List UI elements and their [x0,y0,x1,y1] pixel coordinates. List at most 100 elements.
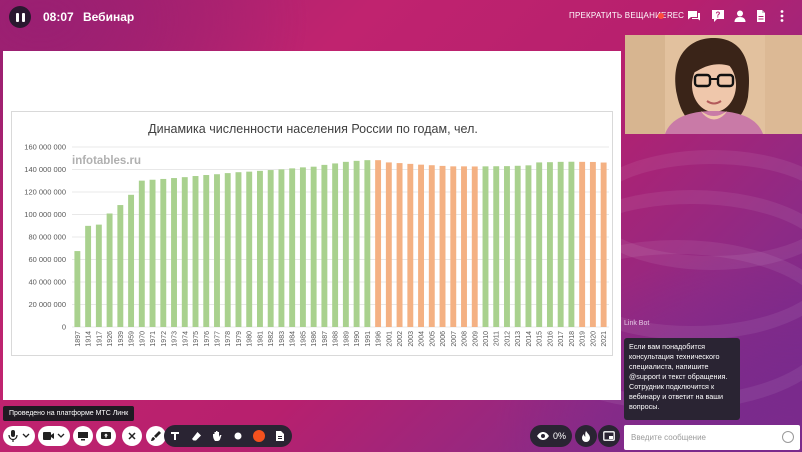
y-tick-label: 40 000 000 [28,278,66,287]
chat-input-placeholder: Введите сообщение [631,433,706,442]
eraser-tool[interactable] [189,429,203,443]
microphone-button[interactable] [3,426,35,446]
x-tick-label: 2016 [547,331,554,347]
x-tick-label: 1897 [75,331,82,347]
bar-2014 [525,165,532,327]
bar-1988 [332,163,339,327]
x-tick-label: 1926 [107,331,114,347]
document-icon[interactable] [754,9,768,23]
hand-tool[interactable] [210,429,224,443]
bar-1979 [235,172,242,327]
rec-label: REC [667,11,684,20]
x-tick-label: 1914 [86,331,93,347]
x-tick-label: 1996 [376,331,383,347]
camera-button[interactable] [38,426,70,446]
camera-icon [43,432,65,440]
chat-icon[interactable] [687,9,701,23]
reactions-button[interactable] [575,425,597,447]
presentation-icon [101,432,111,439]
pause-icon [15,12,19,22]
close-button[interactable] [122,426,142,446]
question-icon[interactable]: ? [711,9,725,23]
chart-title: Динамика численности населения России по… [148,122,478,136]
x-tick-label: 1977 [214,331,221,347]
bar-1996 [375,160,382,327]
bar-1977 [214,174,220,327]
bar-1972 [160,178,167,327]
participants-icon[interactable] [733,9,747,23]
x-tick-label: 1990 [354,331,361,347]
webinar-title: Вебинар [83,10,135,24]
x-tick-label: 1975 [193,331,200,347]
more-icon[interactable] [775,9,789,23]
bar-1914 [85,225,92,327]
y-tick-label: 120 000 000 [24,188,66,197]
svg-text:?: ? [716,11,721,20]
microphone-icon [8,430,30,442]
bar-2012 [504,166,510,327]
speaker-video [625,35,802,134]
viewer-stat[interactable]: 0% [530,425,572,447]
brush-icon [151,431,161,441]
bar-1926 [106,213,113,327]
bar-1984 [289,168,296,327]
bar-1989 [342,161,349,327]
pause-button[interactable] [9,6,31,28]
population-bar-chart: Динамика численности населения России по… [24,122,609,347]
text-tool[interactable] [168,429,182,443]
x-tick-label: 1974 [182,331,189,347]
layout-toggle-button[interactable] [598,425,620,447]
stop-broadcast-button[interactable]: ПРЕКРАТИТЬ ВЕЩАНИЕ [569,11,667,20]
x-tick-label: 1971 [150,331,157,347]
bar-2011 [493,166,500,327]
x-tick-label: 2008 [462,331,469,347]
y-tick-label: 80 000 000 [28,233,66,242]
bar-2002 [396,163,403,327]
brush-size-tool[interactable] [231,429,245,443]
x-tick-label: 2013 [515,331,522,347]
x-tick-label: 1991 [365,331,372,347]
bar-1983 [278,169,285,327]
chat-message-input[interactable]: Введите сообщение [624,425,800,450]
x-tick-label: 2010 [483,331,490,347]
y-tick-label: 160 000 000 [24,143,66,152]
x-tick-label: 1972 [161,331,168,347]
presentation-button[interactable] [96,426,116,446]
bar-1970 [138,180,145,327]
x-tick-label: 2014 [526,331,533,347]
bar-1985 [299,167,306,327]
bar-1959 [128,194,135,327]
color-picker-tool[interactable] [252,429,266,443]
save-drawing-tool[interactable] [273,429,287,443]
x-tick-label: 2007 [451,331,458,347]
bar-2004 [418,164,425,327]
platform-tooltip: Проведено на платформе МТС Линк [3,406,135,421]
bar-1974 [181,177,188,327]
x-tick-label: 2011 [494,331,501,346]
bar-1917 [95,224,102,327]
bar-2009 [471,166,478,327]
x-tick-label: 2021 [601,331,608,347]
chat-bot-message: Если вам понадобится консультация технич… [624,338,740,420]
x-tick-label: 1980 [247,331,254,347]
bar-2019 [579,161,586,327]
x-tick-label: 2015 [537,331,544,347]
emoji-icon[interactable] [782,431,794,443]
x-tick-label: 2012 [504,331,511,347]
picture-in-picture-icon [603,431,615,441]
dot-icon [234,432,242,440]
screen-share-button[interactable] [73,426,93,446]
y-tick-label: 140 000 000 [24,165,66,174]
bar-1939 [117,205,124,327]
x-tick-label: 1976 [204,331,211,347]
x-tick-label: 1978 [225,331,232,347]
bar-1982 [267,170,274,327]
y-tick-label: 100 000 000 [24,210,66,219]
bar-2021 [600,162,607,327]
bar-2013 [514,165,521,327]
bar-2020 [589,161,596,327]
chart-container: Динамика численности населения России по… [11,111,613,356]
chat-bot-name: Link Bot [624,320,650,327]
draw-mode-button[interactable] [146,426,166,446]
bar-1975 [192,176,199,327]
